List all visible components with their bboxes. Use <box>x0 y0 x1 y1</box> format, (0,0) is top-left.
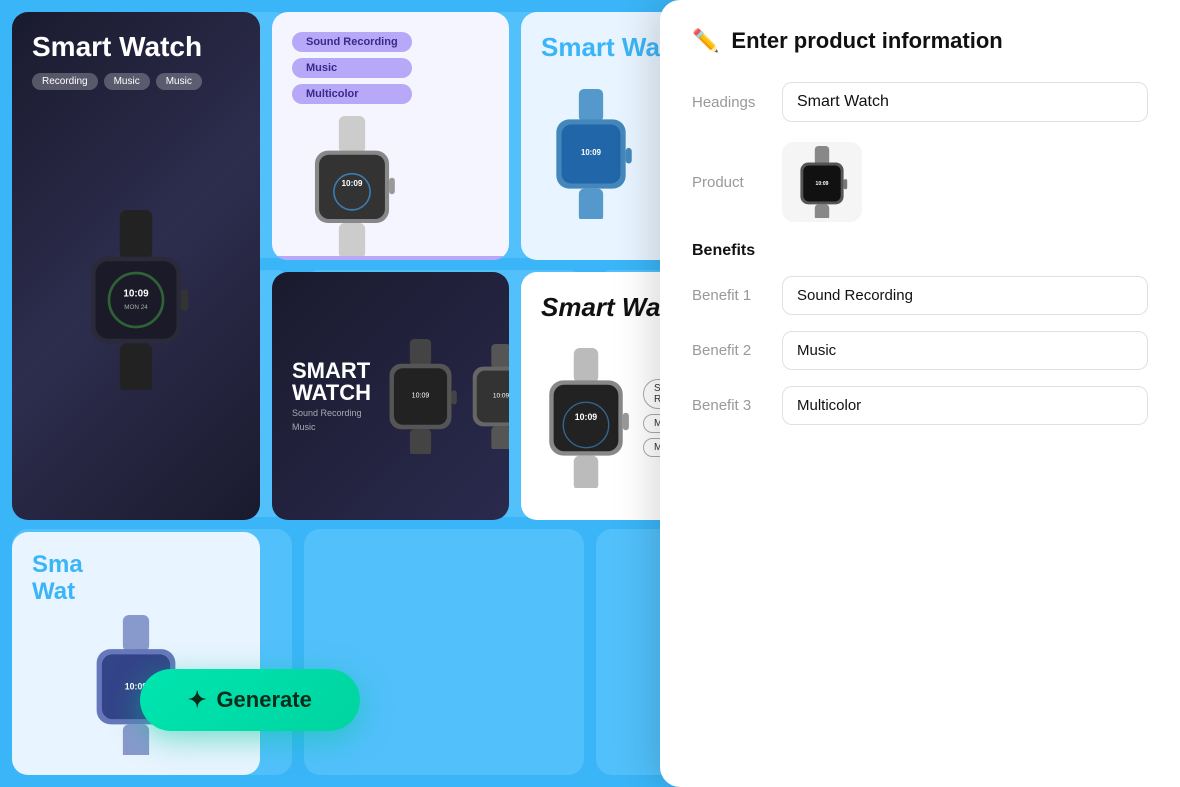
headings-label: Headings <box>692 94 782 111</box>
card-2-watch: 10:09 <box>292 116 412 256</box>
generate-label: Generate <box>216 687 311 713</box>
card-4-subtitle1: Sound Recording <box>292 408 371 418</box>
panel-header: ✏️ Enter product information <box>692 28 1148 54</box>
sparkle-icon: ✦ <box>188 687 206 713</box>
benefit-2-row: Benefit 2 <box>692 331 1148 370</box>
card-1-watch: 10:09 MON 24 <box>32 100 240 500</box>
right-panel: ✏️ Enter product information Headings Pr… <box>660 0 1180 787</box>
svg-text:10:09: 10:09 <box>816 181 829 187</box>
card-2-tags: Sound Recording Music Multicolor <box>292 32 412 104</box>
card-1-tags: Recording Music Music <box>32 73 202 90</box>
tag-sound-recording: Sound Recording <box>292 32 412 52</box>
benefits-label: Benefits <box>692 242 1148 260</box>
svg-text:10:09: 10:09 <box>575 411 598 421</box>
card-2-footer: Smart Watch <box>272 256 509 260</box>
pencil-icon: ✏️ <box>692 28 719 54</box>
card-dark-smartwatch-2[interactable]: SMARTWATCH Sound Recording Music 10:09 1… <box>272 272 509 520</box>
watch-svg-purple: 10:09 <box>292 116 412 256</box>
svg-text:MON 24: MON 24 <box>124 304 148 311</box>
benefit-1-input[interactable] <box>782 276 1148 315</box>
card-blue-partial[interactable]: SmaWat 10:09 <box>12 532 260 775</box>
card-4-text: SMARTWATCH Sound Recording Music <box>292 360 371 432</box>
generate-button[interactable]: ✦ Generate <box>140 669 360 731</box>
tag-music-2: Music <box>156 73 202 90</box>
panel-title: Enter product information <box>731 28 1002 54</box>
tag-music-1: Music <box>104 73 150 90</box>
watch-svg-d1: 10:09 <box>383 339 458 454</box>
svg-text:10:09: 10:09 <box>123 288 149 299</box>
benefit-3-input[interactable] <box>782 386 1148 425</box>
product-label: Product <box>692 174 782 191</box>
card-6-title: SmaWat <box>32 552 240 605</box>
watch-svg-blue: 10:09 <box>541 89 641 219</box>
benefit-2-input[interactable] <box>782 331 1148 370</box>
tag-multicolor: Multicolor <box>292 84 412 104</box>
card-5-watch: 10:09 <box>541 335 631 500</box>
svg-text:10:09: 10:09 <box>581 148 602 157</box>
product-watch-svg: 10:09 <box>792 146 852 218</box>
svg-text:10:09: 10:09 <box>341 179 362 188</box>
card-4-watches: 10:09 10:09 <box>383 339 509 454</box>
card-dark-smartwatch[interactable]: Smart Watch Recording Music Music 10:09 … <box>12 12 260 520</box>
watch-svg-d2: 10:09 <box>466 344 509 449</box>
card-4-title: SMARTWATCH <box>292 360 371 404</box>
benefit-1-row: Benefit 1 <box>692 276 1148 315</box>
headings-input[interactable] <box>782 82 1148 122</box>
product-thumbnail[interactable]: 10:09 <box>782 142 862 222</box>
card-1-title: Smart Watch <box>32 32 202 63</box>
benefit-3-row: Benefit 3 <box>692 386 1148 425</box>
card-4-subtitle2: Music <box>292 422 371 432</box>
svg-text:10:09: 10:09 <box>412 392 430 399</box>
cards-container: Smart Watch Recording Music Music 10:09 … <box>0 0 770 787</box>
watch-svg-white: 10:09 <box>541 348 631 488</box>
headings-row: Headings <box>692 82 1148 122</box>
benefit-2-label: Benefit 2 <box>692 342 782 359</box>
tag-recording: Recording <box>32 73 98 90</box>
benefit-1-label: Benefit 1 <box>692 287 782 304</box>
tag-music: Music <box>292 58 412 78</box>
product-row: Product 10:09 <box>692 142 1148 222</box>
card-purple-smartwatch[interactable]: Sound Recording Music Multicolor 10:09 S… <box>272 12 509 260</box>
svg-text:10:09: 10:09 <box>493 392 509 399</box>
watch-svg-dark: 10:09 MON 24 <box>66 210 206 390</box>
benefit-3-label: Benefit 3 <box>692 397 782 414</box>
